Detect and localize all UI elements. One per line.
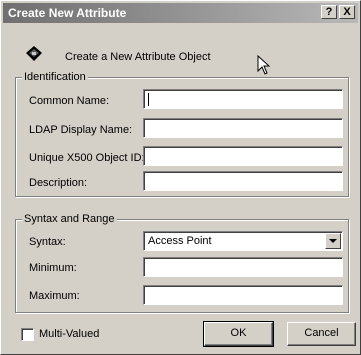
syntax-selected-value: Access Point bbox=[148, 235, 212, 247]
minimum-label: Minimum: bbox=[29, 262, 77, 274]
mouse-pointer-icon bbox=[257, 54, 271, 78]
description-label: Description: bbox=[29, 177, 88, 189]
title-bar[interactable]: Create New Attribute ? X bbox=[3, 3, 358, 23]
syntax-dropdown-button[interactable] bbox=[325, 233, 341, 249]
description-input[interactable] bbox=[143, 171, 343, 191]
close-button[interactable]: X bbox=[339, 5, 355, 19]
header-text: Create a New Attribute Object bbox=[65, 51, 211, 63]
cancel-button[interactable]: Cancel bbox=[287, 322, 356, 346]
window-title: Create New Attribute bbox=[8, 6, 127, 20]
x500-object-id-input[interactable] bbox=[143, 146, 343, 166]
common-name-label: Common Name: bbox=[29, 95, 110, 107]
maximum-input[interactable] bbox=[143, 285, 343, 305]
maximum-label: Maximum: bbox=[29, 290, 80, 302]
multi-valued-checkbox[interactable] bbox=[21, 328, 34, 341]
syntax-range-group-title: Syntax and Range bbox=[22, 213, 117, 226]
create-attribute-dialog: Create New Attribute ? X Create a New At… bbox=[0, 0, 361, 355]
text-caret bbox=[148, 93, 149, 106]
minimum-input[interactable] bbox=[143, 257, 343, 277]
ldap-display-name-input[interactable] bbox=[143, 118, 343, 138]
attribute-object-icon bbox=[25, 45, 43, 66]
chevron-down-icon bbox=[329, 239, 337, 243]
common-name-input[interactable] bbox=[143, 89, 343, 109]
multi-valued-label[interactable]: Multi-Valued bbox=[39, 328, 99, 340]
identification-group-title: Identification bbox=[22, 71, 88, 84]
help-button[interactable]: ? bbox=[321, 5, 337, 19]
x500-object-id-label: Unique X500 Object ID: bbox=[29, 152, 145, 164]
ok-button[interactable]: OK bbox=[203, 321, 274, 347]
syntax-select[interactable]: Access Point bbox=[143, 231, 343, 251]
syntax-label: Syntax: bbox=[29, 236, 66, 248]
ldap-display-name-label: LDAP Display Name: bbox=[29, 124, 133, 136]
